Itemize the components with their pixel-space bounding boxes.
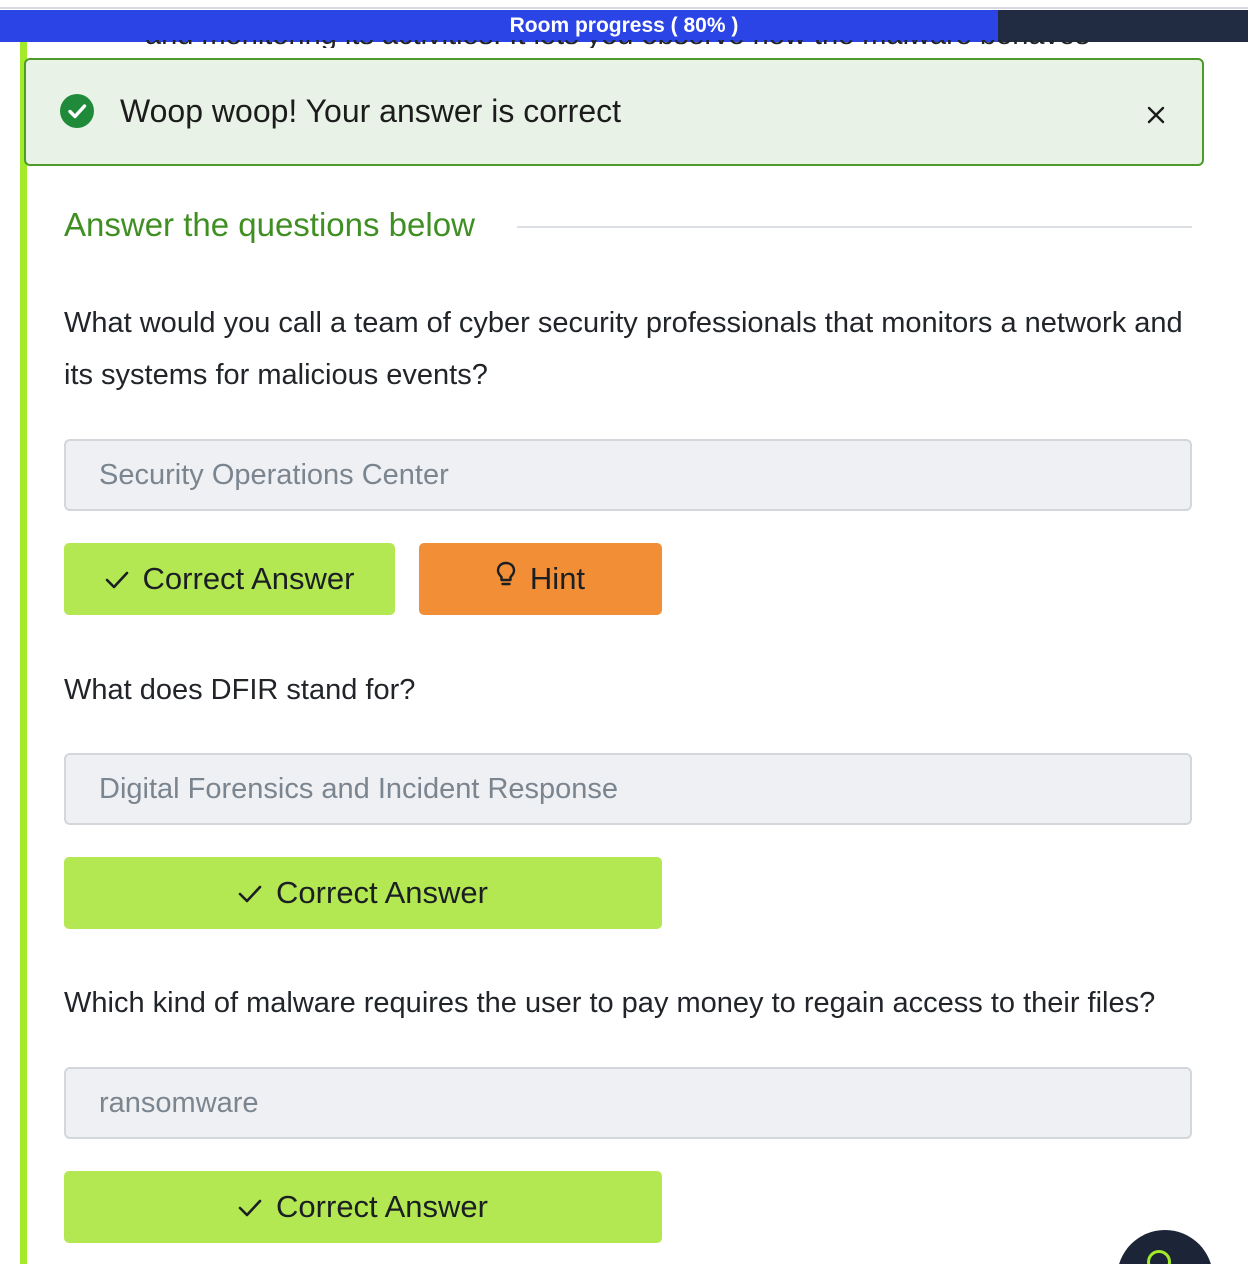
alert-message: Woop woop! Your answer is correct bbox=[120, 93, 621, 129]
question-1-submit-button[interactable]: Correct Answer bbox=[64, 543, 395, 615]
task-paragraph-clipped: and monitoring its activities. It lets y… bbox=[145, 40, 1145, 48]
checkmark-icon bbox=[105, 561, 129, 597]
question-3-answer-field[interactable] bbox=[64, 1067, 1192, 1139]
submit-button-label: Correct Answer bbox=[142, 561, 355, 596]
question-2-answer-field[interactable] bbox=[64, 753, 1192, 825]
checkmark-icon bbox=[238, 875, 262, 911]
hint-button-label: Hint bbox=[529, 561, 586, 596]
question-3-submit-button[interactable]: Correct Answer bbox=[64, 1171, 662, 1243]
submit-button-label: Correct Answer bbox=[276, 875, 488, 910]
help-chat-button[interactable] bbox=[1117, 1230, 1213, 1264]
section-heading: Answer the questions below bbox=[64, 206, 475, 243]
task-accent-rail bbox=[20, 42, 27, 1264]
question-1-hint-button[interactable]: Hint bbox=[419, 543, 662, 615]
question-1-answer-field[interactable] bbox=[64, 439, 1192, 511]
question-3-text: Which kind of malware requires the user … bbox=[64, 987, 1156, 1019]
submit-button-label: Correct Answer bbox=[276, 1189, 488, 1224]
task-paragraph-text: and monitoring its activities. It lets y… bbox=[145, 40, 1090, 48]
chat-icon bbox=[1147, 1250, 1171, 1264]
success-alert: Woop woop! Your answer is correct bbox=[24, 58, 1204, 166]
question-2-submit-button[interactable]: Correct Answer bbox=[64, 857, 662, 929]
question-2-text: What does DFIR stand for? bbox=[64, 674, 416, 706]
close-icon[interactable] bbox=[1143, 102, 1169, 128]
check-circle-icon bbox=[60, 94, 94, 128]
section-divider bbox=[517, 226, 1192, 228]
browser-top-edge bbox=[0, 0, 1248, 9]
checkmark-icon bbox=[238, 1189, 262, 1225]
question-1-text: What would you call a team of cyber secu… bbox=[64, 307, 1183, 391]
room-progress-bar: Room progress ( 80% ) bbox=[0, 10, 1248, 42]
lightbulb-icon bbox=[496, 561, 516, 597]
room-progress-label: Room progress ( 80% ) bbox=[509, 14, 739, 37]
